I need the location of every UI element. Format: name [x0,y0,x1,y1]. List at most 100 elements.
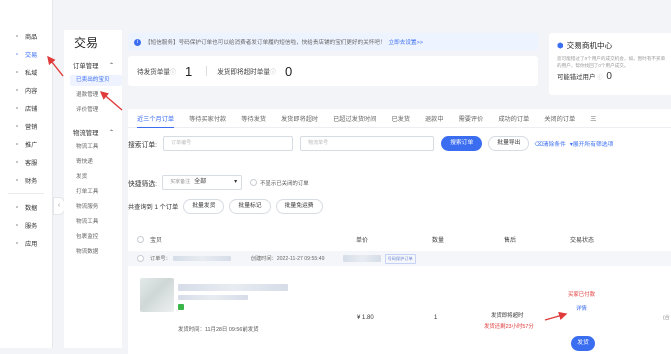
tab-2[interactable]: 等待发货 [241,114,266,123]
trade-sub-nav: 交易 订单管理 ⌃ 已卖出的宝贝 退款管理 评价管理 物流管理 ⌃ 物流工具 寄快递… [64,30,122,348]
number-protection-tag: 号码保护订单 [384,253,416,264]
receipt-icon: ▫ [15,50,19,58]
sub-item-logistics-data[interactable]: 物流数据 [76,247,122,258]
tab-7[interactable]: 需要评价 [459,114,484,123]
ship-countdown: 发货还剩23小时57分 [484,324,534,330]
rail-item-label: 应用 [25,240,38,248]
clear-conditions-link[interactable]: ⌫清除条件 [534,139,565,148]
chat-icon: ▫ [15,68,19,76]
hide-closed-label: 不显示已关闭的订单 [260,180,309,187]
card-footer-label: 可能错过用户 [557,74,596,81]
buyer-note-select[interactable]: 买家备注 全部 ▾ [162,175,243,190]
batch-free-shipping-button[interactable]: 批量免运费 [275,199,323,214]
content-icon: ▫ [15,86,19,94]
tab-10[interactable]: 三 [590,114,596,123]
select-all-checkbox[interactable] [137,235,144,243]
buyer-blurred [342,255,381,262]
business-opportunity-card[interactable]: ⬢ 交易商机中心 您可能错过了0个用户的成交机会，如，暂时有不买单的用户，帮你找回… [549,33,671,95]
rail-item-label: 私域 [25,69,38,77]
rail-item-megaphone[interactable]: ▫ 营销 [13,119,52,133]
sub-item-refund[interactable]: 退款管理 [76,90,122,101]
tab-0[interactable]: 近三个月订单 [137,114,175,128]
rail-item-store[interactable]: ▫ 店铺 [13,101,52,115]
batch-mark-button[interactable]: 批量标记 [229,199,271,214]
sub-item-send-express[interactable]: 寄快递 [76,157,122,168]
tab-1[interactable]: 等待买家付款 [189,114,226,123]
hide-closed-checkbox[interactable] [250,179,258,186]
pending-ship-count[interactable]: 1 [185,64,192,79]
ship-timeout-count[interactable]: 0 [285,64,292,79]
expand-filters-link[interactable]: ▾展开所有筛选项 [570,139,614,148]
tab-6[interactable]: 退款中 [425,114,444,123]
sub-nav-title: 交易 [74,36,99,50]
ship-timeout-label: 发货即将超时单量 [217,69,270,76]
order-management-group[interactable]: 订单管理 ⌃ [73,59,114,71]
product-thumbnail[interactable] [140,278,174,312]
logistics-number-input[interactable]: 物流单号 [300,136,435,151]
sub-item-ship[interactable]: 发货 [76,172,122,183]
rail-item-label: 推广 [25,141,38,149]
main-content: i 【短信服务】号码保护订单也可以给消费者发订单履约短信啦，快给贵店铺的宝们更好… [128,30,671,354]
tab-3[interactable]: 发货即将超时 [281,114,318,123]
rail-item-chat[interactable]: ▫ 私域 [13,65,52,79]
notice-text: 【短信服务】号码保护订单也可以给消费者发订单履约短信啦，快给贵店铺的宝们更好的关… [145,40,386,46]
rail-item-coin[interactable]: ▫ 财务 [13,173,52,187]
rail-item-apps[interactable]: ▫ 应用 [13,236,52,250]
batch-ship-button[interactable]: 批量发货 [183,199,225,214]
rail-item-promote[interactable]: ▫ 推广 [13,137,52,151]
logistics-management-group[interactable]: 物流管理 ⌃ [73,126,114,138]
rail-item-content[interactable]: ▫ 内容 [13,83,52,97]
apps-icon: ▫ [15,239,19,247]
col-after-sale: 售后 [504,237,517,244]
order-number-input[interactable]: 订单编号 [163,136,294,151]
rail-item-label: 服务 [25,222,38,230]
col-item: 宝贝 [150,237,163,244]
order-stats: 待发货单量 ⓘ 1 发货即将超时单量 ⓘ 0 [128,56,538,86]
sub-item-sold-items[interactable]: 已卖出的宝贝 [70,75,122,86]
result-count-label: 共查询到 1 个订单 [128,204,179,211]
promote-icon: ▫ [15,140,19,148]
rail-item-receipt[interactable]: ▫ 交易 [13,47,52,61]
order-group-row: 订单号： 创建时间：2022-11-27 09:55:49 号码保护订单 [128,251,671,266]
tab-5[interactable]: 已发货 [391,114,410,123]
sub-item-logistics-service[interactable]: 物流服务 [76,202,122,213]
card-title: 交易商机中心 [566,41,613,50]
search-label: 搜索订单: [128,141,158,149]
batch-export-button[interactable]: 批量导出 [488,136,530,151]
quantity: 1 [434,315,438,321]
rail-item-data[interactable]: ▫ 数据 [13,200,52,214]
tab-8[interactable]: 成功的订单 [498,114,529,123]
tab-4[interactable]: 已超过发货时间 [333,114,376,123]
coin-icon: ▫ [15,176,19,184]
order-detail-link[interactable]: 详情 [576,304,587,312]
rail-item-label: 客服 [25,159,38,167]
order-number-label: 订单号： [150,256,171,262]
order-tabs: 近三个月订单 等待买家付款 等待发货 发货即将超时 已超过发货时间 已发货 退款中 需要评价 成… [128,109,671,128]
rail-item-box[interactable]: ▫ 商品 [13,29,52,43]
megaphone-icon: ▫ [15,122,19,130]
search-orders-button[interactable]: 搜索订单 [441,136,483,151]
tab-9[interactable]: 关闭的订单 [544,114,575,123]
notice-settings-link[interactable]: 立即去设置>> [389,38,424,46]
ship-button[interactable]: 发货 [571,336,595,351]
store-icon: ▫ [15,104,19,112]
sub-item-logistics-tools-2[interactable]: 物流工具 [76,217,122,228]
orders-table-header: 宝贝 单价 数量 售后 交易状态 [128,231,671,247]
sub-item-package-monitor[interactable]: 包裹监控 [76,232,122,243]
card-footer-value: 0 [606,71,612,82]
rail-item-label: 财务 [25,177,38,185]
sub-item-logistics-tools[interactable]: 物流工具 [76,142,122,153]
wechat-icon [178,304,184,310]
sub-item-review[interactable]: 评价管理 [76,105,122,116]
col-price: 单价 [356,237,369,244]
order-checkbox[interactable] [137,255,144,262]
help-icon: ⓘ [597,75,603,81]
product-title-blurred[interactable] [178,284,288,291]
help-icon: ⓘ [269,69,276,76]
rail-item-headset[interactable]: ▫ 客服 [13,155,52,169]
sub-item-print-tool[interactable]: 打单工具 [76,187,122,198]
help-icon: ⓘ [169,69,176,76]
rail-item-service[interactable]: ▫ 服务 [13,218,52,232]
rail-item-label: 内容 [25,87,38,95]
rail-item-label: 数据 [25,204,38,212]
